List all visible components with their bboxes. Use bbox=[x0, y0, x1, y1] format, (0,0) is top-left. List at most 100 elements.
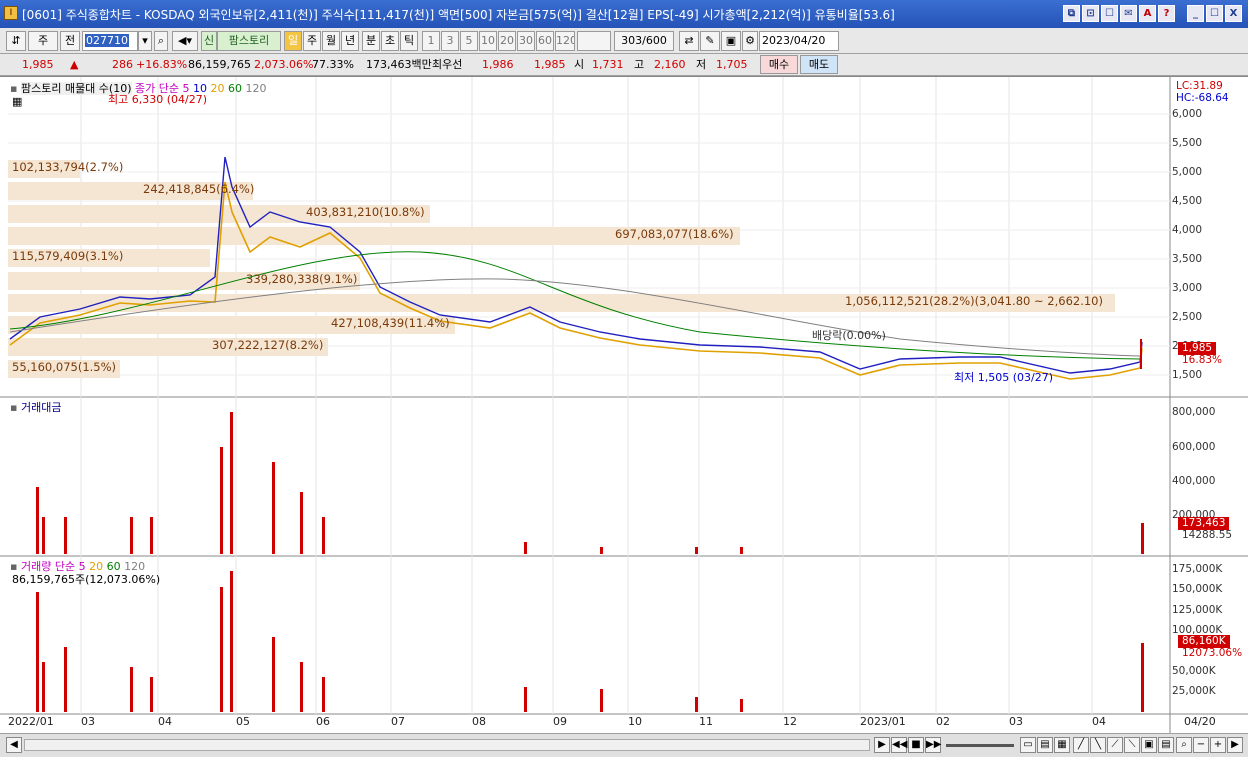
new-badge: 신 bbox=[201, 31, 217, 51]
mail-icon[interactable]: ✉ bbox=[1120, 5, 1137, 22]
y-tick: 600,000 bbox=[1172, 441, 1216, 453]
volume-bar bbox=[740, 699, 743, 712]
buy-button[interactable]: 매수 bbox=[760, 55, 798, 74]
chart-canvas[interactable] bbox=[0, 77, 1248, 734]
profile-label: 242,418,845(6.4%) bbox=[143, 182, 255, 196]
interval-60[interactable]: 60 bbox=[536, 31, 554, 51]
turnover-ratio: 77.33% bbox=[312, 58, 354, 71]
zoom-slider[interactable] bbox=[946, 744, 1014, 747]
period-week[interactable]: 주 bbox=[303, 31, 321, 51]
volume-bar bbox=[322, 677, 325, 712]
y-tick: 5,500 bbox=[1172, 137, 1203, 149]
close-button[interactable]: X bbox=[1225, 5, 1242, 22]
amount-bar bbox=[230, 412, 233, 554]
layout-icon[interactable]: ▤ bbox=[1037, 737, 1053, 753]
trade-amount: 173,463백만 bbox=[366, 58, 432, 71]
stop-button[interactable]: ■ bbox=[908, 737, 924, 753]
layout-icon[interactable]: ▭ bbox=[1020, 737, 1036, 753]
minimize-button[interactable]: _ bbox=[1187, 5, 1204, 22]
y-tick: 4,500 bbox=[1172, 195, 1203, 207]
settings-icon[interactable]: ⚙ bbox=[742, 31, 758, 51]
y-tick: 5,000 bbox=[1172, 166, 1203, 178]
layout-icon[interactable]: ▣ bbox=[1141, 737, 1157, 753]
maximize-button[interactable]: ☐ bbox=[1206, 5, 1223, 22]
y-tick: 25,000K bbox=[1172, 685, 1216, 697]
play-button[interactable]: ▶ bbox=[874, 737, 890, 753]
window-controls: ⧉ ⊡ ☐ ✉ A ? _ ☐ X bbox=[1063, 5, 1242, 22]
period-month[interactable]: 월 bbox=[322, 31, 340, 51]
x-tick: 03 bbox=[1009, 715, 1023, 728]
y-tick: 50,000K bbox=[1172, 665, 1216, 677]
period-day[interactable]: 일 bbox=[284, 31, 302, 51]
interval-custom-input[interactable] bbox=[577, 31, 611, 51]
ma-60: 60 bbox=[228, 82, 242, 95]
all-toggle[interactable]: 전 bbox=[60, 31, 80, 51]
period-minute[interactable]: 분 bbox=[362, 31, 380, 51]
window-icon[interactable]: ☐ bbox=[1101, 5, 1118, 22]
interval-3[interactable]: 3 bbox=[441, 31, 459, 51]
search-icon[interactable]: ⌕ bbox=[154, 31, 168, 51]
layout-icon[interactable]: ▤ bbox=[1158, 737, 1174, 753]
interval-10[interactable]: 10 bbox=[479, 31, 497, 51]
y-tick: 2,500 bbox=[1172, 311, 1203, 323]
volume-bar bbox=[524, 687, 527, 712]
compare-icon[interactable]: ⇄ bbox=[679, 31, 699, 51]
stock-code-input[interactable]: 027710 bbox=[82, 31, 138, 51]
draw-line-icon[interactable]: ╱ bbox=[1073, 737, 1089, 753]
high-price: 2,160 bbox=[654, 58, 686, 71]
period-year[interactable]: 년 bbox=[341, 31, 359, 51]
period-tick[interactable]: 틱 bbox=[400, 31, 418, 51]
period-second[interactable]: 초 bbox=[381, 31, 399, 51]
x-tick: 05 bbox=[236, 715, 250, 728]
print-icon[interactable]: ⊡ bbox=[1082, 5, 1099, 22]
font-icon[interactable]: A bbox=[1139, 5, 1156, 22]
market-select[interactable]: 주 bbox=[28, 31, 58, 51]
draw-line-icon[interactable]: ╲ bbox=[1090, 737, 1106, 753]
volume-bar bbox=[230, 571, 233, 712]
scroll-right-icon[interactable]: ▶ bbox=[1227, 737, 1243, 753]
zoom-search-icon[interactable]: ⌕ bbox=[1176, 737, 1192, 753]
rewind-button[interactable]: ◀◀ bbox=[891, 737, 907, 753]
layout-icon[interactable]: ▦ bbox=[1054, 737, 1070, 753]
save-icon[interactable]: ▣ bbox=[721, 31, 741, 51]
y-tick: 800,000 bbox=[1172, 406, 1216, 418]
panel-menu-icon[interactable]: ▦ bbox=[12, 95, 22, 108]
x-tick: 11 bbox=[699, 715, 713, 728]
price-change: 286 bbox=[112, 58, 133, 71]
lc-value: LC:31.89 bbox=[1176, 80, 1223, 92]
sell-button[interactable]: 매도 bbox=[800, 55, 838, 74]
best-ask: 1,986 bbox=[482, 58, 514, 71]
code-dropdown-icon[interactable]: ▾ bbox=[138, 31, 152, 51]
draw-line-icon[interactable]: ⟍ bbox=[1124, 737, 1140, 753]
volume-bar bbox=[42, 662, 45, 712]
profile-label: 115,579,409(3.1%) bbox=[12, 249, 124, 263]
forward-button[interactable]: ▶▶ bbox=[925, 737, 941, 753]
current-price: 1,985 bbox=[22, 58, 54, 71]
y-tick: 6,000 bbox=[1172, 108, 1203, 120]
chart-area[interactable]: ▪ 팜스토리 매물대 수(10) 종가 단순 5 10 20 60 120 ▦ … bbox=[0, 76, 1248, 734]
interval-1[interactable]: 1 bbox=[422, 31, 440, 51]
interval-5[interactable]: 5 bbox=[460, 31, 478, 51]
tool-icon[interactable]: ✎ bbox=[700, 31, 720, 51]
draw-line-icon[interactable]: ⟋ bbox=[1107, 737, 1123, 753]
zoom-out-button[interactable]: − bbox=[1193, 737, 1209, 753]
lock-icon[interactable]: ⇵ bbox=[6, 31, 26, 51]
x-tick: 04 bbox=[158, 715, 172, 728]
hc-value: HC:-68.64 bbox=[1176, 92, 1229, 104]
help-icon[interactable]: ? bbox=[1158, 5, 1175, 22]
volume-bar bbox=[695, 697, 698, 712]
interval-20[interactable]: 20 bbox=[498, 31, 516, 51]
date-input[interactable]: 2023/04/20 bbox=[759, 31, 839, 51]
x-tick: 04 bbox=[1092, 715, 1106, 728]
volume-bar bbox=[64, 647, 67, 712]
horizontal-scrollbar[interactable] bbox=[24, 739, 870, 751]
scroll-left-icon[interactable]: ◀ bbox=[6, 737, 22, 753]
volume-bar bbox=[1141, 643, 1144, 712]
profile-label: 339,280,338(9.1%) bbox=[246, 272, 358, 286]
speaker-icon[interactable]: ◀▾ bbox=[172, 31, 198, 51]
stock-name[interactable]: 팜스토리 bbox=[217, 31, 281, 51]
interval-120[interactable]: 120 bbox=[555, 31, 575, 51]
interval-30[interactable]: 30 bbox=[517, 31, 535, 51]
zoom-in-button[interactable]: + bbox=[1210, 737, 1226, 753]
link-icon[interactable]: ⧉ bbox=[1063, 5, 1080, 22]
